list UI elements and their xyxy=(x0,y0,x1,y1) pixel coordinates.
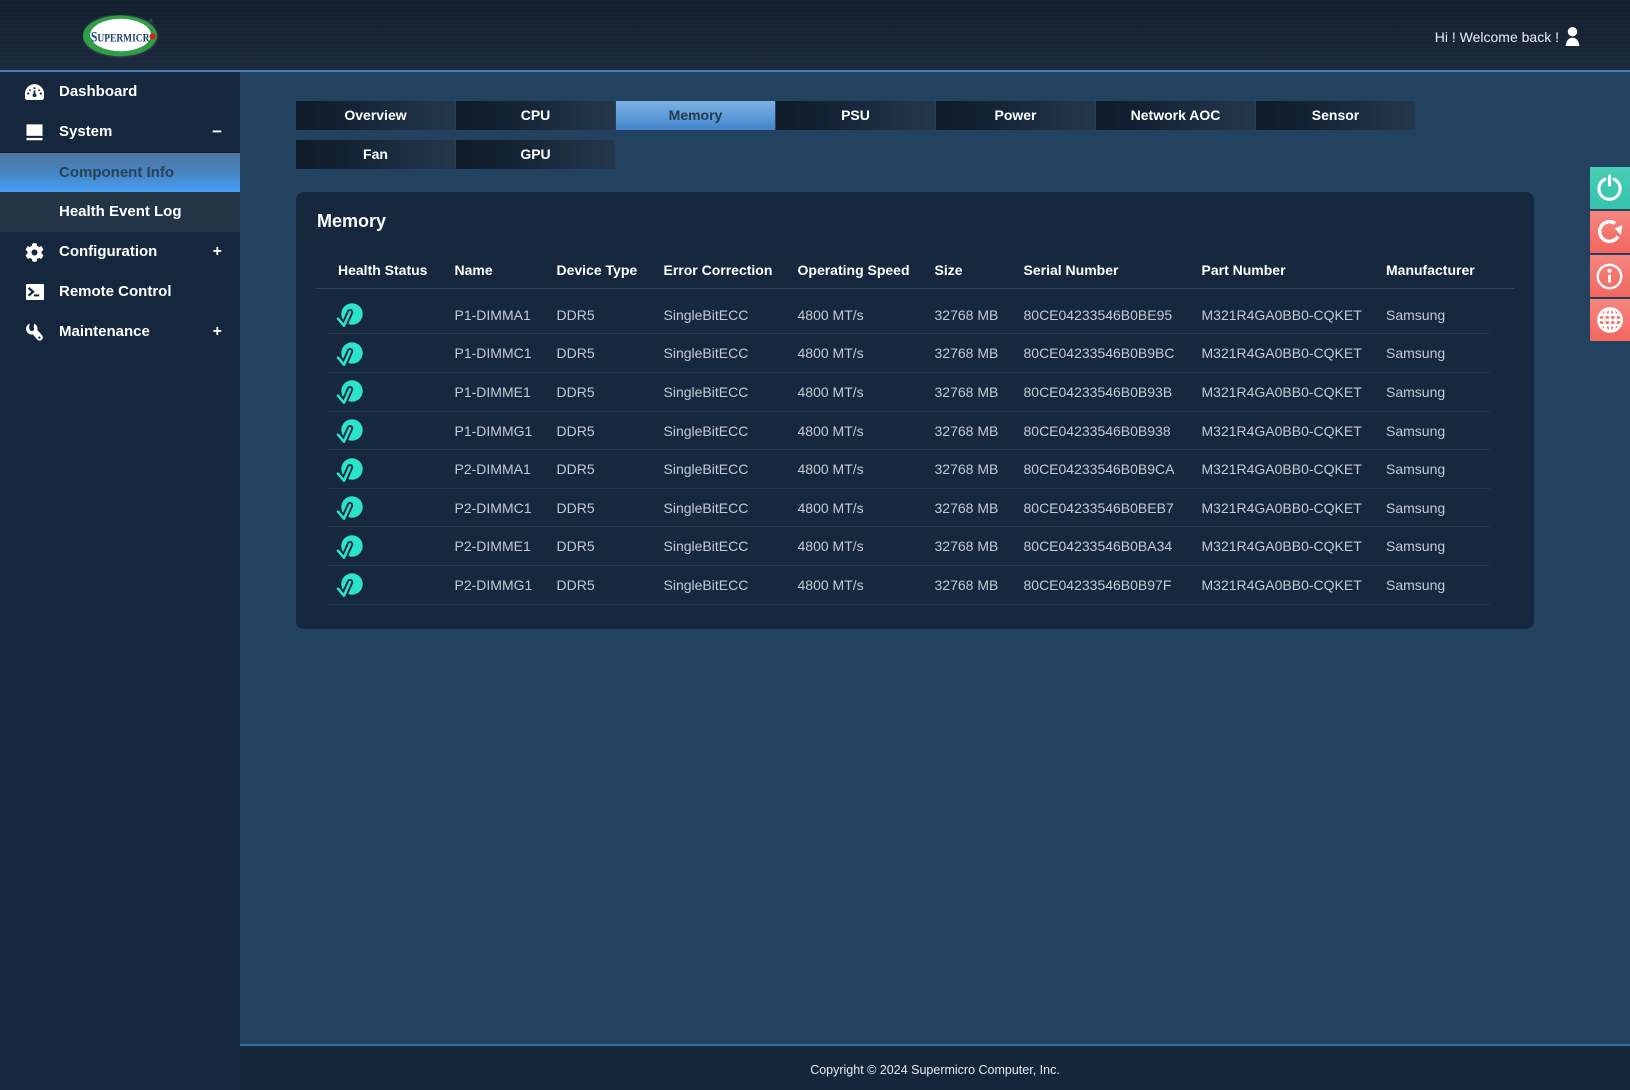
svg-text:®: ® xyxy=(149,18,153,25)
svg-text:SUPERMICR: SUPERMICR xyxy=(91,29,150,45)
